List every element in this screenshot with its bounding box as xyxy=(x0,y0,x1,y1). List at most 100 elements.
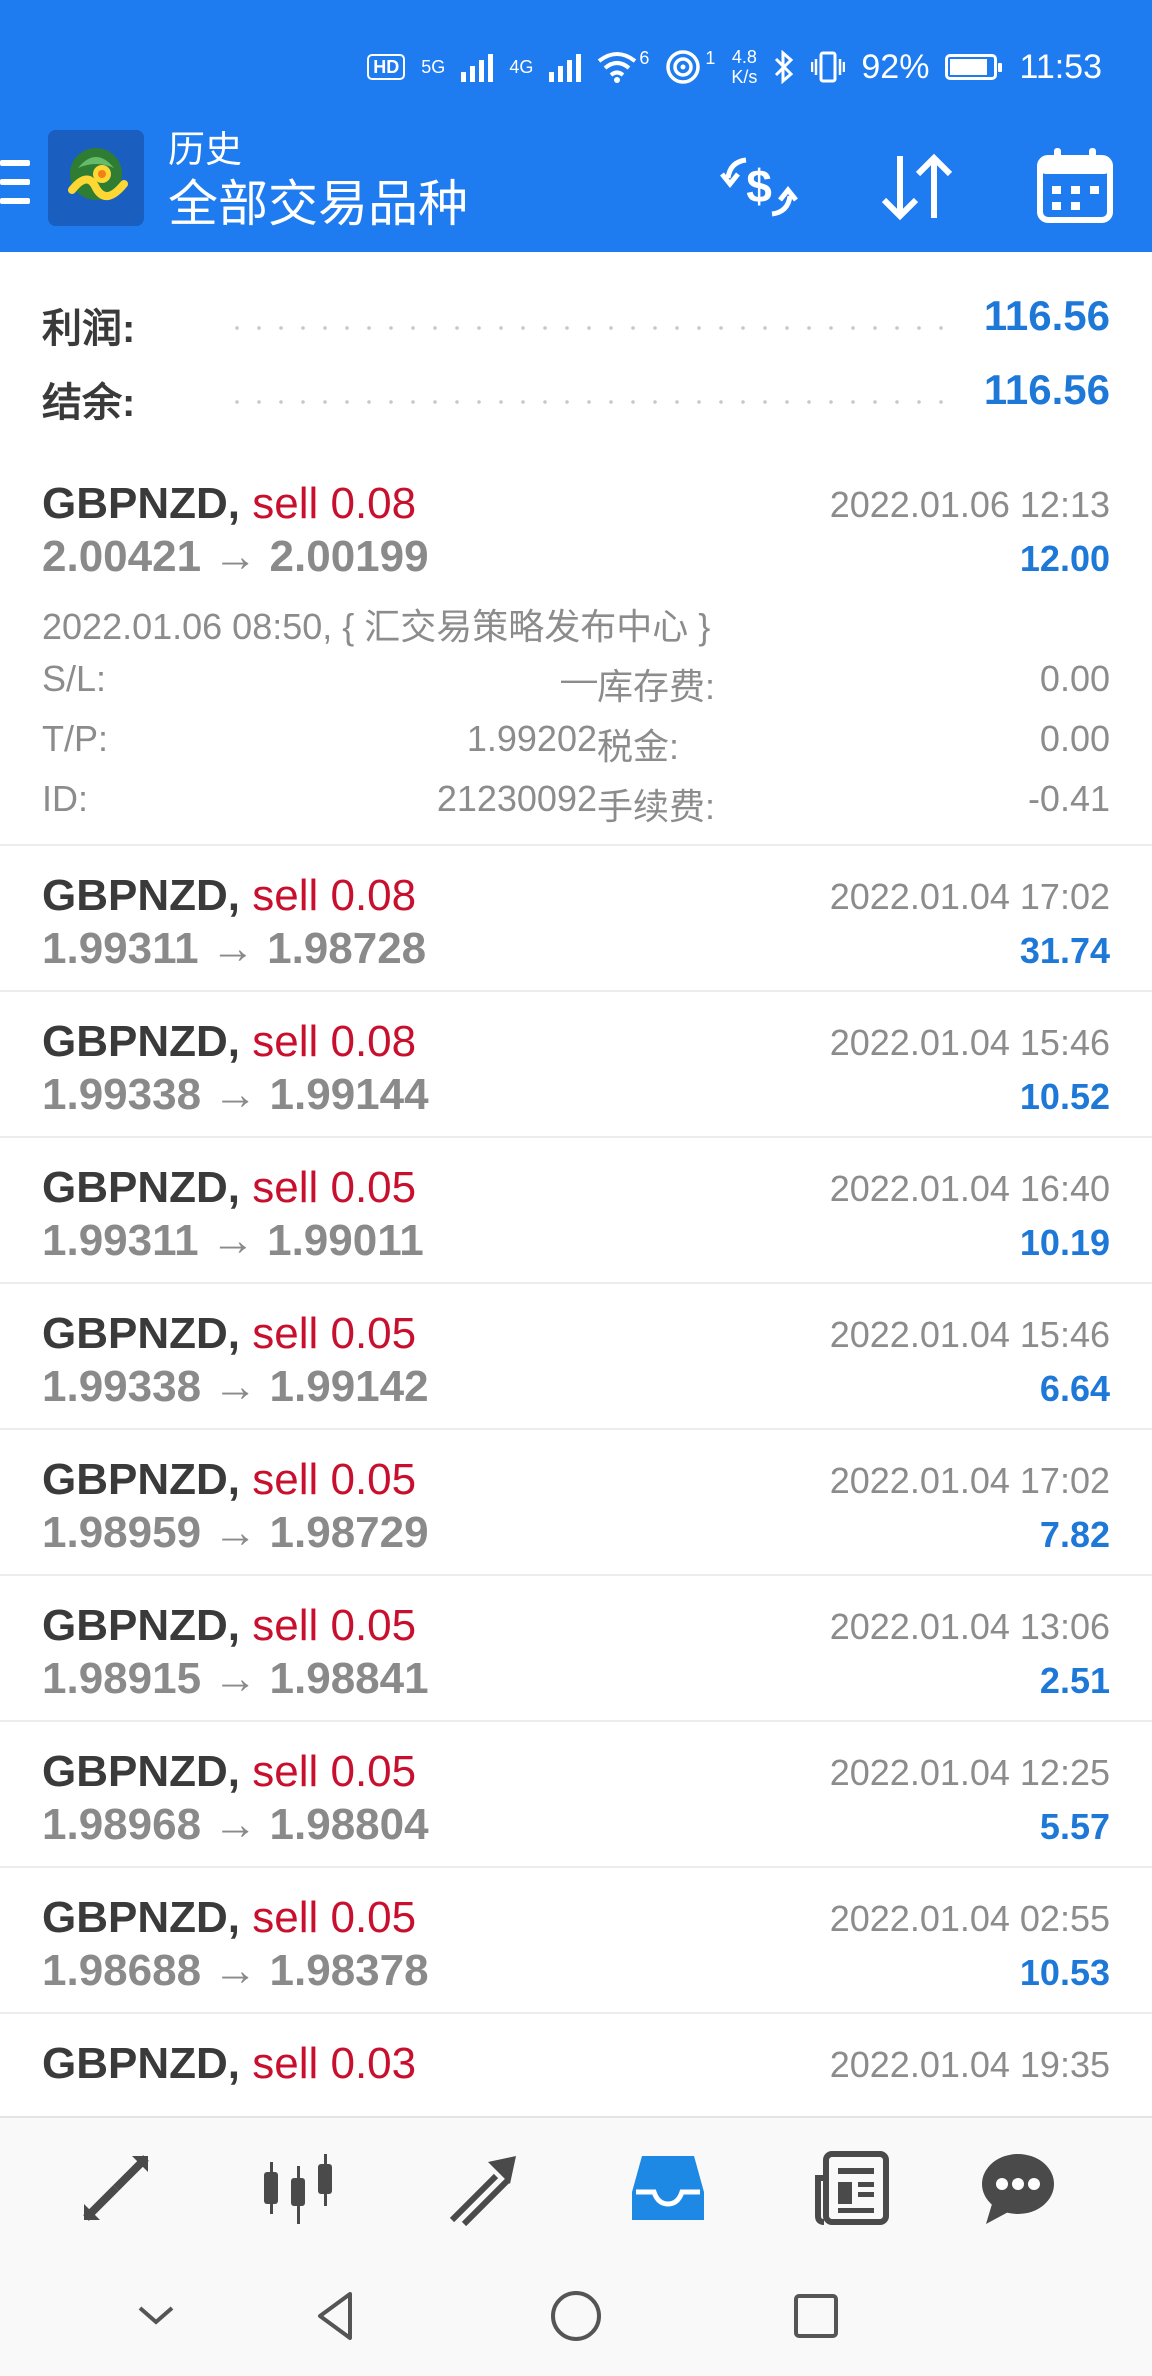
trade-row[interactable]: GBPNZD, sell 0.05 1.98688 → 1.98378 2022… xyxy=(0,1868,1152,2014)
trade-title: GBPNZD, sell 0.05 xyxy=(42,1747,416,1797)
trade-time: 2022.01.04 17:02 xyxy=(829,876,1110,917)
swap-value: 0.00 xyxy=(1039,658,1110,699)
trade-row[interactable]: GBPNZD, sell 0.05 1.99338 → 1.99142 2022… xyxy=(0,1284,1152,1430)
trade-profit: 7.82 xyxy=(1039,1514,1110,1555)
arrow-icon: → xyxy=(210,924,255,973)
trade-prices: 1.98688 → 1.98378 xyxy=(42,1946,429,1996)
home-icon[interactable] xyxy=(546,2286,606,2346)
arrow-icon: → xyxy=(213,532,258,581)
tax-label: 税金: xyxy=(597,726,680,767)
open-price: 1.99311 xyxy=(42,1216,199,1265)
history-icon[interactable] xyxy=(628,2148,708,2228)
trade-profit: 31.74 xyxy=(1019,930,1110,971)
trade-side: sell 0.03 xyxy=(252,2039,417,2088)
trade-row[interactable]: GBPNZD, sell 0.08 2.00421 → 2.00199 2022… xyxy=(0,454,1152,846)
id-value: 21230092 xyxy=(436,778,597,819)
trade-row[interactable]: GBPNZD, sell 0.05 1.98915 → 1.98841 2022… xyxy=(0,1576,1152,1722)
detail-row: T/P: 1.99202 税金: 0.00 xyxy=(42,718,1110,768)
trade-profit: 12.00 xyxy=(1019,538,1110,579)
trade-side: sell 0.08 xyxy=(252,479,417,528)
trade-time: 2022.01.04 17:02 xyxy=(829,1460,1110,1501)
trade-time: 2022.01.04 12:25 xyxy=(829,1752,1110,1793)
trade-time: 2022.01.04 15:46 xyxy=(829,1022,1110,1063)
sim2-label: 4G xyxy=(509,57,534,77)
trade-row[interactable]: GBPNZD, sell 0.05 1.99311 → 1.99011 2022… xyxy=(0,1138,1152,1284)
trade-side: sell 0.05 xyxy=(252,1893,417,1942)
close-price: 1.99144 xyxy=(269,1070,429,1119)
arrow-icon: → xyxy=(213,1508,258,1557)
trade-symbol: GBPNZD, xyxy=(42,2039,240,2088)
trade-symbol: GBPNZD, xyxy=(42,1017,240,1066)
balance-row: 结余: 116.56 xyxy=(0,362,1152,425)
trade-profit: 5.57 xyxy=(1039,1806,1110,1847)
trade-prices: 1.98959 → 1.98729 xyxy=(42,1508,429,1558)
trade-title: GBPNZD, sell 0.05 xyxy=(42,1163,416,1213)
trade-symbol: GBPNZD, xyxy=(42,1309,240,1358)
trade-row[interactable]: GBPNZD, sell 0.08 1.99338 → 1.99144 2022… xyxy=(0,992,1152,1138)
bottom-navigation xyxy=(0,2116,1152,2258)
trade-profit: 6.64 xyxy=(1039,1368,1110,1409)
history-summary: 利润: 116.56 结余: 116.56 xyxy=(0,252,1152,456)
app-logo xyxy=(48,130,144,226)
id-label: ID: xyxy=(42,778,89,819)
trade-title: GBPNZD, sell 0.03 xyxy=(42,2039,416,2089)
open-price: 1.99338 xyxy=(42,1070,202,1119)
close-price: 1.98804 xyxy=(269,1800,429,1849)
trade-side: sell 0.05 xyxy=(252,1163,417,1212)
detail-row: ID: 21230092 手续费: -0.41 xyxy=(42,778,1110,828)
trade-row[interactable]: GBPNZD, sell 0.03 2022.01.04 19:35 xyxy=(0,2014,1152,2116)
trade-time: 2022.01.04 15:46 xyxy=(829,1314,1110,1355)
arrow-icon: → xyxy=(213,1946,258,1995)
trade-prices: 1.98915 → 1.98841 xyxy=(42,1654,429,1704)
hotspot-sup: 1 xyxy=(705,48,716,68)
signal-icon xyxy=(549,52,582,82)
system-navigation-bar xyxy=(0,2256,1152,2376)
trade-title: GBPNZD, sell 0.08 xyxy=(42,479,416,529)
profit-row: 利润: 116.56 xyxy=(0,288,1152,351)
recents-icon[interactable] xyxy=(786,2286,846,2346)
hotspot-icon xyxy=(666,50,701,84)
trade-side: sell 0.05 xyxy=(252,1455,417,1504)
page-subtitle[interactable]: 全部交易品种 xyxy=(168,176,468,232)
menu-icon[interactable] xyxy=(0,160,30,212)
quotes-icon[interactable] xyxy=(76,2148,156,2228)
trade-row[interactable]: GBPNZD, sell 0.05 1.98968 → 1.98804 2022… xyxy=(0,1722,1152,1868)
trade-time: 2022.01.04 13:06 xyxy=(829,1606,1110,1647)
trade-side: sell 0.08 xyxy=(252,1017,417,1066)
trade-time: 2022.01.04 19:35 xyxy=(829,2044,1110,2085)
battery-icon xyxy=(945,54,1003,80)
detail-row: S/L: — 库存费: 0.00 xyxy=(42,658,1110,708)
arrow-icon: → xyxy=(213,1362,258,1411)
balance-value: 116.56 xyxy=(983,366,1110,413)
trade-symbol: GBPNZD, xyxy=(42,1747,240,1796)
collapse-icon[interactable] xyxy=(126,2286,186,2346)
chat-icon[interactable] xyxy=(978,2148,1058,2228)
profit-label: 利润: xyxy=(42,307,136,351)
close-price: 1.98729 xyxy=(269,1508,429,1557)
close-price: 1.98378 xyxy=(269,1946,429,1995)
trade-title: GBPNZD, sell 0.05 xyxy=(42,1455,416,1505)
trade-row[interactable]: GBPNZD, sell 0.05 1.98959 → 1.98729 2022… xyxy=(0,1430,1152,1576)
open-price: 1.98959 xyxy=(42,1508,202,1557)
app-bar: 历史 全部交易品种 $ xyxy=(0,130,1152,252)
back-icon[interactable] xyxy=(306,2286,366,2346)
currency-exchange-icon[interactable]: $ xyxy=(716,144,802,230)
trade-history-list[interactable]: GBPNZD, sell 0.08 2.00421 → 2.00199 2022… xyxy=(0,454,1152,2116)
trade-profit: 10.52 xyxy=(1019,1076,1110,1117)
tp-value: 1.99202 xyxy=(466,718,597,759)
chart-candles-icon[interactable] xyxy=(258,2148,338,2228)
bluetooth-icon xyxy=(775,50,794,84)
sort-icon[interactable] xyxy=(874,144,960,230)
vibrate-icon xyxy=(811,51,846,83)
open-price: 1.98968 xyxy=(42,1800,202,1849)
trade-symbol: GBPNZD, xyxy=(42,479,240,528)
open-price: 1.99338 xyxy=(42,1362,202,1411)
trade-side: sell 0.05 xyxy=(252,1309,417,1358)
trade-icon[interactable] xyxy=(444,2148,524,2228)
balance-label: 结余: xyxy=(42,381,136,425)
trade-row[interactable]: GBPNZD, sell 0.08 1.99311 → 1.98728 2022… xyxy=(0,846,1152,992)
top-bar: HD 5G 4G 6 1 4.8 K/s 92% 11:53 历史 全部交易品种… xyxy=(0,0,1152,252)
sl-label: S/L: xyxy=(42,658,107,699)
calendar-icon[interactable] xyxy=(1032,144,1118,230)
news-icon[interactable] xyxy=(812,2148,892,2228)
